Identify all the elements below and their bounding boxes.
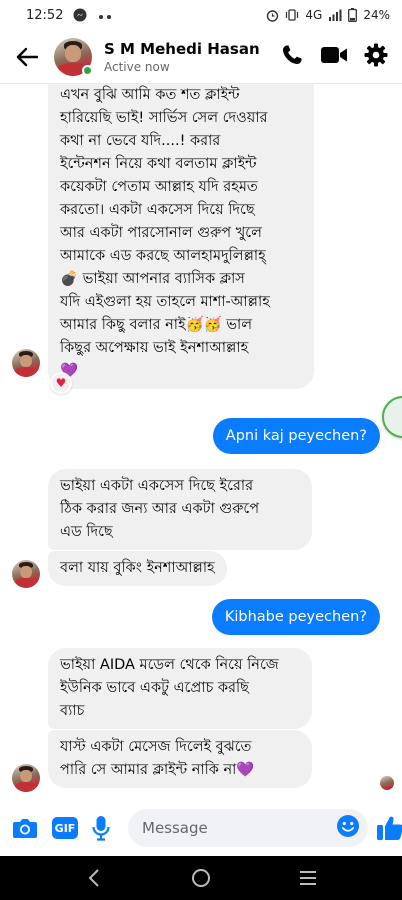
online-indicator — [82, 64, 93, 76]
message-field[interactable] — [128, 809, 368, 847]
emoji-icon — [337, 815, 359, 837]
sender-avatar[interactable] — [12, 349, 40, 377]
message-line: আর একটা পারসোনাল গুরুপ খুলে — [60, 225, 262, 241]
incoming-message[interactable]: এখন বুঝি আমি কত শত ক্লাইন্ট হারিয়েছি ভা… — [48, 84, 314, 389]
message-line: যদি এইগুলা হয় তাহলে মাশা-আল্লাহ — [60, 294, 270, 310]
audio-call-button[interactable] — [280, 43, 304, 71]
message-composer: GIF — [0, 800, 402, 856]
sender-avatar[interactable] — [12, 764, 40, 792]
message-input[interactable] — [142, 819, 336, 837]
status-bar: 12:52 4G 24% — [0, 0, 402, 30]
emoji-button[interactable] — [336, 814, 360, 842]
camera-icon — [13, 819, 37, 838]
contact-status: Active now — [104, 59, 170, 74]
outgoing-message[interactable]: Apni kaj peyechen? — [212, 418, 380, 454]
message-line: করতো। একটা একসেস দিয়ে দিছে — [60, 202, 255, 218]
camera-button[interactable] — [12, 813, 38, 843]
message-line: 💣 ভাইয়া আপনার ব্যাসিক ক্লাস — [60, 271, 245, 287]
nav-home-button[interactable] — [181, 858, 221, 898]
message-line: আমার কিছু বলার নাই🥳🥳 ভাল — [60, 317, 253, 333]
message-line: ব্যাচ — [60, 703, 85, 719]
message-line: 💜 — [60, 363, 79, 379]
gear-icon — [364, 43, 388, 66]
battery-level: 24% — [363, 8, 390, 22]
contact-avatar[interactable] — [54, 37, 93, 76]
message-line: হারিয়েছি ভাই! সার্ভিস সেল দেওয়ার — [60, 110, 268, 126]
status-time: 12:52 — [26, 7, 64, 23]
message-line: এখন বুঝি আমি কত শত ক্লাইন্ট — [60, 87, 240, 103]
heart-icon: ♥ — [55, 376, 67, 390]
outgoing-message[interactable]: Kibhabe peyechen? — [211, 599, 380, 635]
gif-button[interactable]: GIF — [52, 813, 78, 843]
chat-head-bubble[interactable] — [382, 396, 402, 438]
contact-info[interactable]: S M Mehedi Hasan Active now — [104, 40, 260, 74]
heart-reaction[interactable]: ♥ — [50, 372, 72, 394]
thumbs-up-icon — [377, 816, 402, 840]
sender-avatar[interactable] — [12, 560, 40, 588]
message-line: যাস্ট একটা মেসেজ দিলেই বুঝতে — [60, 739, 252, 755]
message-line: এড দিছে — [60, 524, 113, 540]
network-type: 4G — [305, 8, 323, 22]
signal-icon — [328, 9, 342, 21]
chevron-left-icon — [88, 869, 99, 887]
incoming-message[interactable]: বলা যায় বুকিং ইনশাআল্লাহ — [48, 551, 227, 586]
back-button[interactable] — [10, 40, 44, 74]
seen-indicator-avatar — [380, 776, 394, 790]
message-line: কিছুর অপেক্ষায় ভাই ইনশাআল্লাহ — [60, 340, 249, 356]
message-line: পারি সে আমার ক্লাইন্ট নাকি না💜 — [60, 762, 255, 778]
message-line: ভাইয়া একটা একসেস দিছে ইরোর — [60, 478, 254, 494]
nav-recents-button[interactable] — [288, 858, 328, 898]
battery-icon — [348, 8, 358, 22]
message-line: আমাকে এড করছে আলহামদুলিল্লাহ্ — [60, 248, 266, 264]
home-circle-icon — [191, 869, 210, 887]
video-camera-icon — [321, 46, 347, 63]
message-line: কথা না ভেবে যদি....! করার — [60, 133, 221, 149]
voice-button[interactable] — [92, 813, 110, 843]
vibrate-icon — [285, 9, 299, 21]
gif-label: GIF — [52, 817, 78, 839]
menu-lines-icon — [300, 871, 317, 885]
message-line: ভাইয়া AIDA মডেল থেকে নিয়ে নিজে — [60, 657, 279, 673]
message-line: ইউনিক ভাবে একটু এপ্রোচ করছি — [60, 680, 249, 696]
contact-name: S M Mehedi Hasan — [104, 39, 260, 58]
system-navigation-bar — [0, 856, 402, 900]
notification-dots — [97, 8, 113, 23]
message-line: ঠিক করার জন্য আর একটা গুরুপে — [60, 501, 260, 517]
like-button[interactable] — [376, 811, 402, 845]
messenger-notification-icon — [73, 8, 87, 22]
incoming-message[interactable]: ভাইয়া AIDA মডেল থেকে নিয়ে নিজে ইউনিক ভ… — [48, 648, 312, 729]
message-list[interactable]: এখন বুঝি আমি কত শত ক্লাইন্ট হারিয়েছি ভা… — [0, 84, 402, 800]
chat-header: S M Mehedi Hasan Active now — [0, 30, 402, 84]
incoming-message[interactable]: ভাইয়া একটা একসেস দিছে ইরোর ঠিক করার জন্… — [48, 469, 312, 550]
microphone-icon — [92, 816, 110, 841]
phone-icon — [283, 45, 302, 64]
video-call-button[interactable] — [320, 44, 348, 70]
settings-button[interactable] — [364, 43, 388, 71]
arrow-left-icon — [16, 47, 38, 66]
message-line: ইন্টেনশন নিয়ে কথা বলতাম ক্লাইন্ট — [60, 156, 257, 172]
message-line: বলা যায় বুকিং ইনশাআল্লাহ — [60, 560, 215, 576]
incoming-message[interactable]: যাস্ট একটা মেসেজ দিলেই বুঝতে পারি সে আমা… — [48, 730, 312, 788]
message-line: কয়েকটা পেতাম আল্লাহ যদি রহমত — [60, 179, 258, 195]
alarm-icon — [266, 9, 279, 22]
nav-back-button[interactable] — [74, 858, 114, 898]
